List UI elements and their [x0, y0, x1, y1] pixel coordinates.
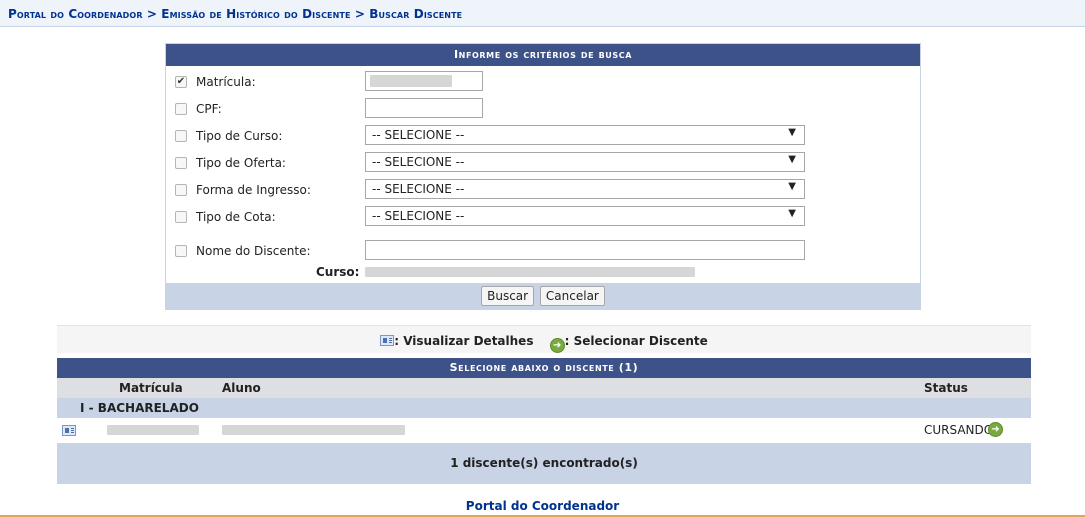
forma-ingresso-label: Forma de Ingresso:	[196, 183, 311, 197]
row-forma-ingresso: Forma de Ingresso: -- SELECIONE -- ▼	[166, 179, 920, 203]
row-tipo-curso: Tipo de Curso: -- SELECIONE -- ▼	[166, 125, 920, 149]
nome-discente-checkbox[interactable]	[175, 245, 187, 257]
curso-label: Curso:	[316, 265, 360, 279]
tipo-cota-label: Tipo de Cota:	[196, 210, 276, 224]
tipo-oferta-checkbox[interactable]	[175, 157, 187, 169]
forma-ingresso-selected: -- SELECIONE --	[372, 182, 465, 196]
portal-link[interactable]: Portal do Coordenador	[0, 499, 1085, 513]
breadcrumb-text: Portal do Coordenador > Emissão de Histó…	[8, 7, 463, 21]
cpf-checkbox[interactable]	[175, 103, 187, 115]
status-badge: CURSANDO	[924, 423, 994, 437]
forma-ingresso-checkbox[interactable]	[175, 184, 187, 196]
row-tipo-cota: Tipo de Cota: -- SELECIONE -- ▼	[166, 206, 920, 230]
matricula-input[interactable]	[365, 71, 483, 91]
matricula-label: Matrícula:	[196, 75, 256, 89]
row-cpf: CPF:	[166, 98, 920, 122]
tipo-cota-checkbox[interactable]	[175, 211, 187, 223]
aluno-redacted	[222, 425, 405, 435]
legend-select-label: : Selecionar Discente	[564, 334, 708, 348]
row-nome-discente: Nome do Discente:	[166, 240, 920, 264]
details-icon	[380, 335, 395, 346]
chevron-down-icon: ▼	[788, 208, 796, 219]
col-aluno: Aluno	[222, 381, 261, 395]
form-footer: Buscar Cancelar	[166, 283, 920, 309]
row-matricula: ✔ Matrícula:	[166, 71, 920, 95]
nome-discente-label: Nome do Discente:	[196, 244, 311, 258]
tipo-cota-select[interactable]: -- SELECIONE -- ▼	[365, 206, 805, 226]
tipo-cota-selected: -- SELECIONE --	[372, 209, 465, 223]
chevron-down-icon: ▼	[788, 154, 796, 165]
results-footer: 1 discente(s) encontrado(s)	[57, 443, 1031, 484]
col-matricula: Matrícula	[119, 381, 183, 395]
matricula-redacted	[107, 425, 199, 435]
chevron-down-icon: ▼	[788, 127, 796, 138]
tipo-oferta-selected: -- SELECIONE --	[372, 155, 465, 169]
nome-discente-input[interactable]	[365, 240, 805, 260]
cpf-label: CPF:	[196, 102, 222, 116]
group-header: I - BACHARELADO	[57, 398, 1031, 418]
results-caption: Selecione abaixo o discente (1)	[57, 358, 1031, 378]
tipo-curso-checkbox[interactable]	[175, 130, 187, 142]
arrow-right-circle-icon: ➜	[549, 338, 565, 353]
legend-details-label: : Visualizar Detalhes	[394, 334, 534, 348]
search-button[interactable]: Buscar	[481, 286, 535, 306]
table-row: CURSANDO ➜	[57, 418, 1031, 443]
forma-ingresso-select[interactable]: -- SELECIONE -- ▼	[365, 179, 805, 199]
results-table: Selecione abaixo o discente (1) Matrícul…	[57, 358, 1031, 484]
tipo-curso-selected: -- SELECIONE --	[372, 128, 465, 142]
select-student-icon[interactable]: ➜	[988, 422, 1003, 437]
tipo-curso-select[interactable]: -- SELECIONE -- ▼	[365, 125, 805, 145]
curso-value-redacted	[365, 267, 695, 277]
tipo-oferta-select[interactable]: -- SELECIONE -- ▼	[365, 152, 805, 172]
results-header: Matrícula Aluno Status	[57, 378, 1031, 398]
tipo-curso-label: Tipo de Curso:	[196, 129, 283, 143]
col-status: Status	[924, 381, 968, 395]
search-form: Informe os critérios de busca ✔ Matrícul…	[165, 43, 921, 310]
matricula-checkbox[interactable]: ✔	[175, 76, 187, 88]
legend: : Visualizar Detalhes ➜: Selecionar Disc…	[57, 325, 1031, 353]
cancel-button[interactable]: Cancelar	[539, 286, 605, 306]
cpf-input[interactable]	[365, 98, 483, 118]
search-form-caption: Informe os critérios de busca	[166, 44, 920, 66]
legend-select: ➜: Selecionar Discente	[549, 334, 708, 353]
details-icon[interactable]	[62, 425, 76, 436]
breadcrumb: Portal do Coordenador > Emissão de Histó…	[0, 0, 1085, 27]
chevron-down-icon: ▼	[788, 181, 796, 192]
legend-details: : Visualizar Detalhes	[380, 334, 533, 348]
tipo-oferta-label: Tipo de Oferta:	[196, 156, 286, 170]
row-tipo-oferta: Tipo de Oferta: -- SELECIONE -- ▼	[166, 152, 920, 176]
